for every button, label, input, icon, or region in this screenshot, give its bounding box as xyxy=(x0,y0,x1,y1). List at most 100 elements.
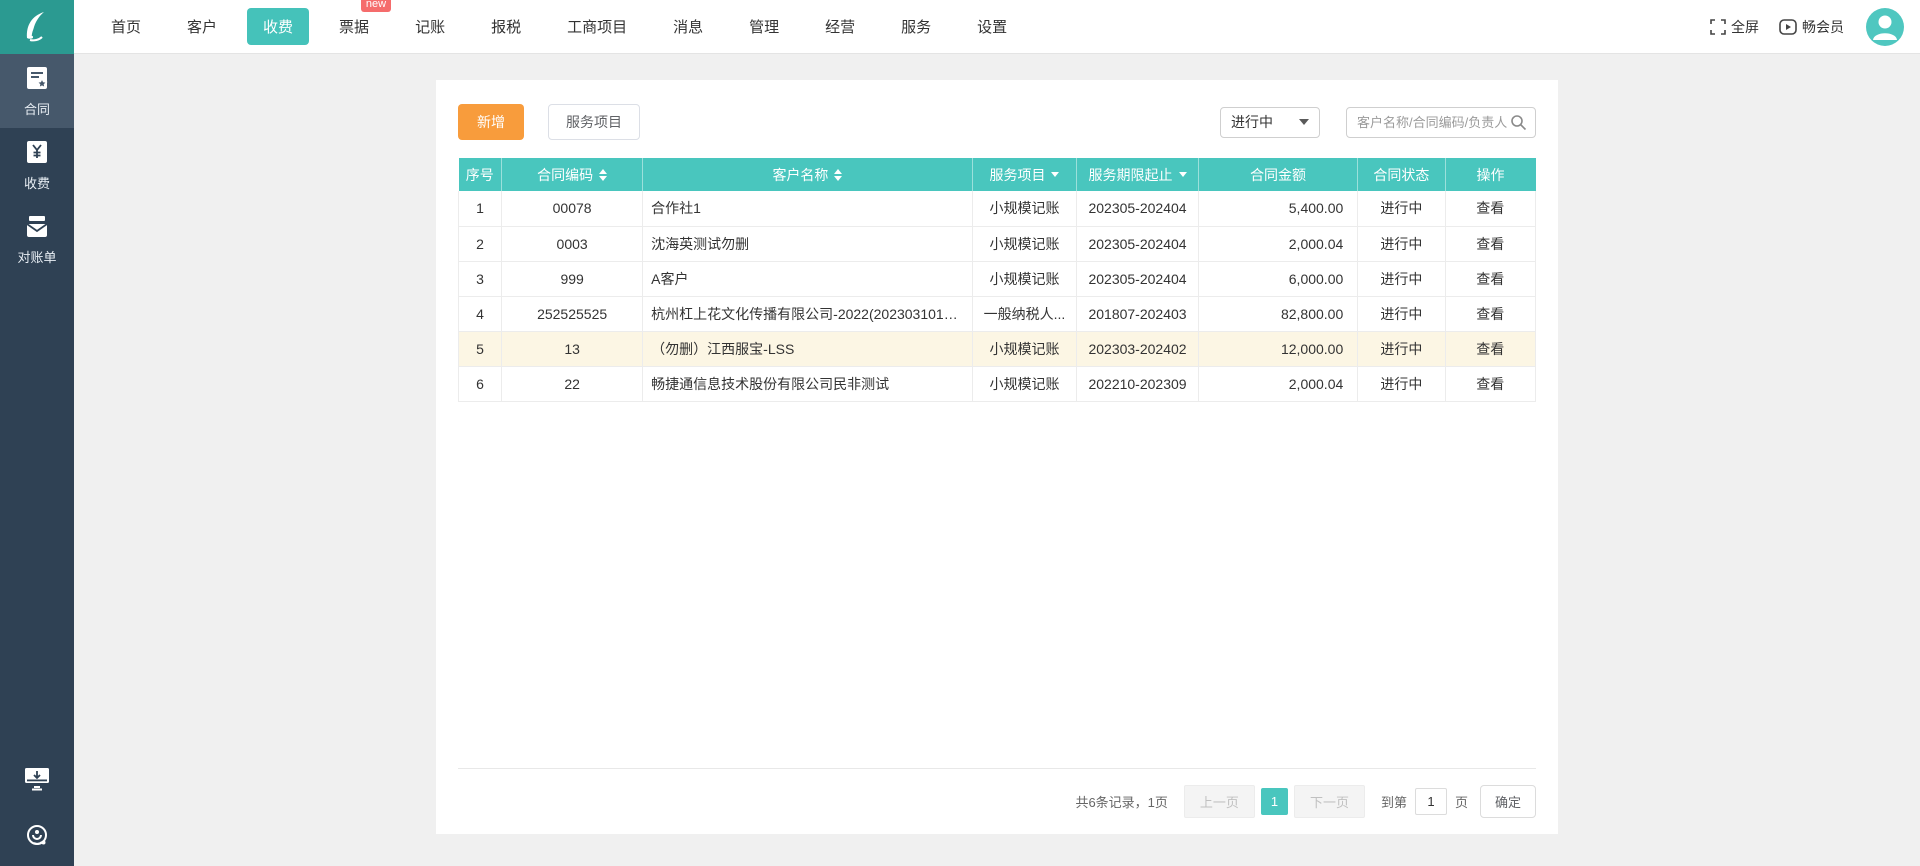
view-link[interactable]: 查看 xyxy=(1476,306,1504,322)
main-content: 新增 服务项目 进行中 客户名称/合同编码/负责人 序号 合同编码 客户名称 服… xyxy=(74,54,1920,866)
col-header-contract-status: 合同状态 xyxy=(1357,158,1446,191)
toolbar: 新增 服务项目 进行中 xyxy=(458,80,1536,140)
nav-item-customers[interactable]: 客户 xyxy=(171,8,233,45)
cell-service-item: 小规模记账 xyxy=(971,191,1078,227)
cell-service-period: 202303-202402 xyxy=(1076,331,1199,367)
view-link[interactable]: 查看 xyxy=(1476,200,1504,216)
client-download-button[interactable] xyxy=(23,766,51,797)
table-row: 1 00078 合作社1 小规模记账 202305-202404 5,400.0… xyxy=(457,191,1536,227)
nav-item-label: 消息 xyxy=(673,19,704,36)
left-sidebar: 合同 收费 对账单 xyxy=(0,54,74,866)
cell-contract-code: 999 xyxy=(501,261,644,297)
client-download-icon xyxy=(25,768,49,791)
top-navigation: 首页 客户 收费 票据 new 记账 报税 工商项目 消息 管理 经营 服务 设… xyxy=(74,0,1920,54)
cell-customer-name: A客户 xyxy=(642,261,973,297)
search-input[interactable] xyxy=(1357,114,1510,130)
nav-item-services[interactable]: 服务 xyxy=(885,8,947,45)
page-number-button[interactable]: 1 xyxy=(1260,788,1288,815)
col-header-actions: 操作 xyxy=(1445,158,1536,191)
col-header-contract-code[interactable]: 合同编码 xyxy=(501,158,644,191)
toolbar-right: 进行中 xyxy=(1220,106,1536,138)
goto-page-input[interactable] xyxy=(1414,788,1447,815)
table-row: 6 22 畅捷通信息技术股份有限公司民非测试 小规模记账 202210-2023… xyxy=(457,366,1536,402)
table-row-highlighted: 5 13 （勿删）江西服宝-LSS 小规模记账 202303-202402 12… xyxy=(457,331,1536,367)
search-icon[interactable] xyxy=(1510,114,1527,131)
filter-caret-icon[interactable] xyxy=(1051,172,1060,177)
cell-contract-status: 进行中 xyxy=(1357,296,1446,332)
customer-service-button[interactable] xyxy=(24,823,50,854)
table-row: 4 252525525 杭州杠上花文化传播有限公司-2022(202303101… xyxy=(457,296,1536,332)
feather-logo-icon xyxy=(26,12,44,42)
cell-contract-amount: 82,800.00 xyxy=(1197,296,1359,332)
cell-customer-name: 杭州杠上花文化传播有限公司-2022(202303101304... xyxy=(642,296,973,332)
status-filter-select[interactable]: 进行中 xyxy=(1220,106,1320,138)
chevron-down-icon xyxy=(1299,119,1309,125)
nav-item-invoices[interactable]: 票据 new xyxy=(323,0,392,45)
app-logo[interactable] xyxy=(0,0,74,54)
col-header-customer-name[interactable]: 客户名称 xyxy=(642,158,973,191)
next-page-button[interactable]: 下一页 xyxy=(1293,785,1365,818)
cell-contract-status: 进行中 xyxy=(1357,331,1446,367)
nav-item-bookkeeping[interactable]: 记账 xyxy=(399,8,461,45)
cell-contract-amount: 12,000.00 xyxy=(1197,331,1359,367)
nav-item-label: 管理 xyxy=(749,19,780,36)
cell-service-period: 202305-202404 xyxy=(1076,191,1199,227)
nav-item-business-projects[interactable]: 工商项目 xyxy=(551,8,643,45)
col-header-service-period[interactable]: 服务期限起止 xyxy=(1076,158,1199,191)
nav-item-settings[interactable]: 设置 xyxy=(961,8,1023,45)
cell-contract-code: 13 xyxy=(501,331,644,367)
add-button[interactable]: 新增 xyxy=(458,104,524,140)
table-row: 2 0003 沈海英测试勿删 小规模记账 202305-202404 2,000… xyxy=(457,226,1536,262)
filter-caret-icon[interactable] xyxy=(1178,172,1187,177)
nav-item-management[interactable]: 管理 xyxy=(733,8,795,45)
cell-service-item: 小规模记账 xyxy=(971,226,1078,262)
cell-contract-code: 252525525 xyxy=(501,296,644,332)
new-badge: new xyxy=(360,0,392,12)
prev-page-button[interactable]: 上一页 xyxy=(1183,785,1255,818)
member-button[interactable]: 畅会员 xyxy=(1779,17,1844,37)
cell-index: 2 xyxy=(457,226,503,262)
view-link[interactable]: 查看 xyxy=(1476,376,1504,392)
cell-index: 3 xyxy=(457,261,503,297)
service-items-button[interactable]: 服务项目 xyxy=(548,104,640,140)
cell-contract-code: 22 xyxy=(501,366,644,402)
sort-icon[interactable] xyxy=(599,168,608,181)
col-header-service-item[interactable]: 服务项目 xyxy=(972,158,1078,191)
user-avatar[interactable] xyxy=(1866,7,1904,46)
nav-item-label: 票据 xyxy=(339,19,370,36)
sidebar-item-statements[interactable]: 对账单 xyxy=(0,202,74,276)
nav-item-label: 收费 xyxy=(263,19,294,36)
nav-item-operations[interactable]: 经营 xyxy=(809,8,871,45)
view-link[interactable]: 查看 xyxy=(1476,236,1504,252)
cell-service-period: 201807-202403 xyxy=(1076,296,1199,332)
nav-item-label: 记账 xyxy=(415,19,446,36)
cell-contract-amount: 6,000.00 xyxy=(1197,261,1359,297)
sidebar-bottom-tools xyxy=(0,766,74,854)
cell-service-item: 一般纳税人... xyxy=(971,296,1078,332)
sort-icon[interactable] xyxy=(834,168,843,181)
nav-item-messages[interactable]: 消息 xyxy=(657,8,719,45)
cell-service-period: 202305-202404 xyxy=(1076,261,1199,297)
cell-index: 1 xyxy=(457,191,503,227)
confirm-button[interactable]: 确定 xyxy=(1479,785,1536,818)
nav-item-label: 客户 xyxy=(187,19,218,36)
nav-item-home[interactable]: 首页 xyxy=(95,8,157,45)
view-link[interactable]: 查看 xyxy=(1476,341,1504,357)
nav-item-label: 服务 xyxy=(901,19,932,36)
nav-item-label: 首页 xyxy=(111,19,142,36)
fullscreen-button[interactable]: 全屏 xyxy=(1710,17,1759,37)
nav-item-label: 经营 xyxy=(825,19,856,36)
view-link[interactable]: 查看 xyxy=(1476,271,1504,287)
cell-contract-code: 00078 xyxy=(501,191,644,227)
nav-item-fees[interactable]: 收费 xyxy=(247,8,310,45)
cell-service-period: 202210-202309 xyxy=(1076,366,1199,402)
sidebar-item-contracts[interactable]: 合同 xyxy=(0,54,74,128)
sidebar-item-fees[interactable]: 收费 xyxy=(0,128,74,202)
goto-page-prefix: 到第 xyxy=(1380,795,1407,810)
sidebar-item-label: 对账单 xyxy=(17,250,57,265)
customer-service-icon xyxy=(27,825,47,845)
cell-customer-name: 沈海英测试勿删 xyxy=(642,226,973,262)
cell-customer-name: 畅捷通信息技术股份有限公司民非测试 xyxy=(642,366,973,402)
sidebar-item-label: 收费 xyxy=(23,176,50,191)
nav-item-tax[interactable]: 报税 xyxy=(475,8,537,45)
